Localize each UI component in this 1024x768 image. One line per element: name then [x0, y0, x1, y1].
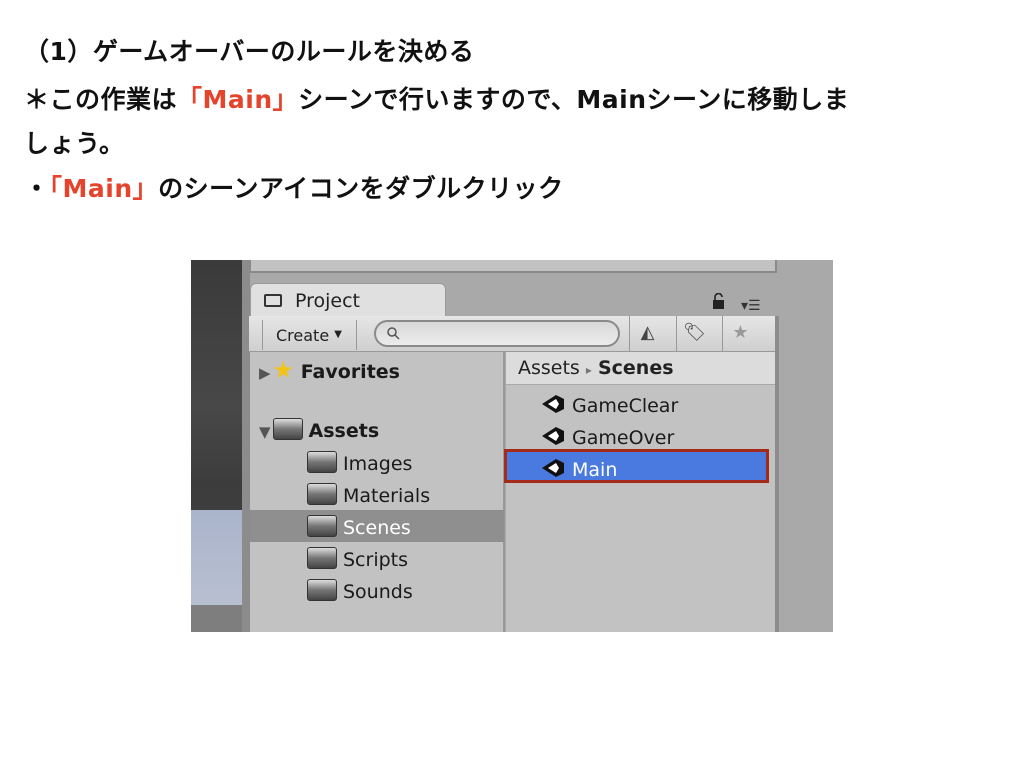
- tree-label: Assets: [308, 420, 380, 442]
- tree-folder-images[interactable]: Images: [307, 451, 412, 475]
- scene-item-gameclear[interactable]: GameClear: [540, 393, 678, 417]
- filter-by-type-button[interactable]: ◭: [629, 316, 665, 352]
- tab-project[interactable]: Project: [250, 283, 446, 317]
- folder-icon: [264, 294, 282, 307]
- panel-menu-icon[interactable]: ▾☰: [741, 298, 761, 314]
- folder-icon: [307, 547, 337, 569]
- upper-panel: [249, 260, 777, 273]
- highlight-text: 「Main」: [177, 85, 299, 114]
- search-input[interactable]: [374, 320, 620, 347]
- dropdown-arrow-icon: ▼: [334, 329, 342, 340]
- unity-scene-icon: [542, 459, 564, 477]
- search-icon: [387, 327, 400, 340]
- tree-folder-scripts[interactable]: Scripts: [307, 547, 408, 571]
- tree-label: Favorites: [300, 361, 400, 383]
- tag-icon: 🏷: [683, 322, 706, 343]
- lock-icon[interactable]: [712, 293, 725, 309]
- slide-instruction-cont: しょう。: [24, 129, 125, 158]
- slide-heading: （1）ゲームオーバーのルールを決める: [24, 37, 475, 66]
- favorite-button[interactable]: ★: [722, 316, 758, 352]
- breadcrumb-separator: ▸: [585, 363, 592, 377]
- breadcrumb-scenes[interactable]: Scenes: [598, 357, 674, 379]
- folder-icon: [272, 418, 303, 440]
- tree-label: Materials: [343, 485, 431, 507]
- tree-folder-sounds[interactable]: Sounds: [307, 579, 413, 603]
- scene-label: GameOver: [572, 427, 675, 449]
- scene-view-sky: [191, 510, 242, 605]
- star-icon: ★: [272, 356, 295, 384]
- breadcrumb: Assets ▸ Scenes: [506, 352, 775, 385]
- create-label: Create: [276, 326, 330, 345]
- tree-folder-scenes[interactable]: Scenes: [307, 515, 411, 539]
- folder-icon: [307, 483, 337, 505]
- scene-item-gameover[interactable]: GameOver: [540, 425, 674, 449]
- highlight-text: 「Main」: [49, 174, 159, 203]
- unity-scene-icon: [542, 395, 564, 413]
- tree-label: Scripts: [343, 549, 409, 571]
- expand-arrow-icon: ▶: [259, 364, 271, 382]
- tree-folder-materials[interactable]: Materials: [307, 483, 430, 507]
- filter-by-label-button[interactable]: 🏷: [676, 316, 712, 352]
- folder-icon: [307, 515, 337, 537]
- panel-border: [775, 316, 779, 632]
- tree-label: Sounds: [343, 581, 413, 603]
- text: シーンで行いますので、Mainシーンに移動しま: [298, 85, 850, 114]
- scene-item-main[interactable]: Main: [540, 457, 617, 481]
- text: ＊この作業は: [24, 85, 178, 114]
- collapse-arrow-icon: ▼: [259, 423, 271, 441]
- slide-instruction: ＊この作業は「Main」シーンで行いますので、Mainシーンに移動しま: [24, 80, 849, 116]
- tab-label: Project: [295, 290, 361, 312]
- create-button[interactable]: Create ▼: [262, 320, 357, 350]
- unity-scene-icon: [542, 427, 564, 445]
- breadcrumb-assets[interactable]: Assets: [518, 357, 580, 379]
- shapes-icon: ◭: [640, 322, 655, 343]
- tree-favorites[interactable]: ▶★ Favorites: [259, 356, 400, 384]
- tree-assets[interactable]: ▼ Assets: [259, 418, 379, 442]
- unity-project-window-screenshot: Project ▾☰ Create ▼ ◭ 🏷 ★ Assets ▸ Scene…: [191, 260, 833, 632]
- folder-icon: [307, 451, 337, 473]
- text: のシーンアイコンをダブルクリック: [158, 174, 564, 203]
- scene-view-ground: [191, 605, 242, 632]
- bullet: ・: [24, 174, 50, 203]
- scene-label: GameClear: [572, 395, 679, 417]
- tree-label: Images: [343, 453, 413, 475]
- slide-bullet: ・「Main」のシーンアイコンをダブルクリック: [24, 169, 564, 205]
- scene-label: Main: [572, 459, 618, 481]
- folder-icon: [307, 579, 337, 601]
- star-icon: ★: [732, 322, 749, 343]
- tree-label: Scenes: [343, 517, 411, 539]
